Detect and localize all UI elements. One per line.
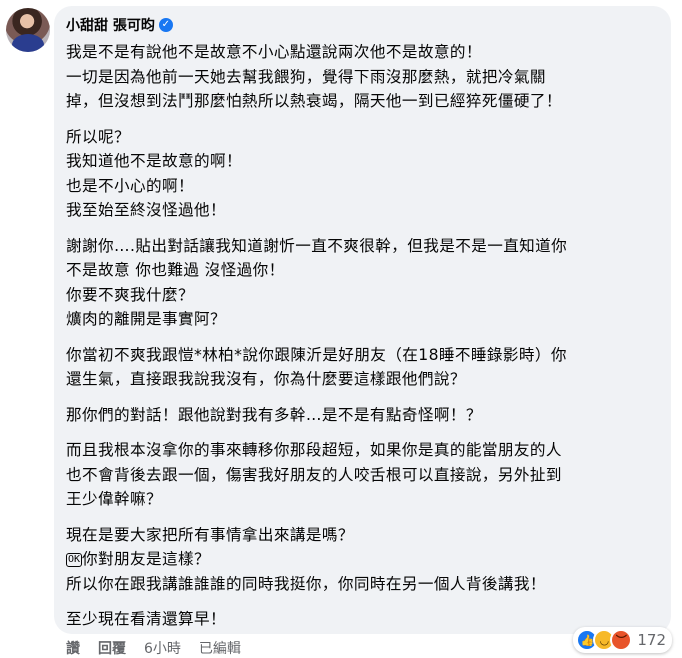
comment-paragraph: 所以呢？ 我知道他不是故意的啊！ 也是不小心的啊！ 我至始至終沒怪過他！: [66, 125, 662, 223]
comment-bubble: 小甜甜 張可昀 ✓ 我是不是有說他不是故意不小心點還說兩次他不是故意的！ 一切是因…: [54, 6, 671, 634]
comment-timestamp[interactable]: 6小時: [144, 638, 181, 658]
comment-line: 我知道他不是故意的啊！: [66, 152, 242, 170]
comment-line-text: 你對朋友是這樣？: [82, 550, 210, 568]
comment-line: 我至始至終沒怪過他！: [66, 201, 226, 219]
comment-line: 掉，但沒想到法鬥那麼怕熱所以熱衰竭，隔天他一到已經猝死僵硬了！: [66, 92, 562, 110]
reply-button[interactable]: 回覆: [98, 638, 126, 658]
comment-paragraph: 至少現在看清還算早！: [66, 607, 662, 632]
reaction-count: 172: [637, 631, 666, 649]
ok-emoji-icon: OK: [66, 553, 83, 567]
comment-paragraph: 你當初不爽我跟愷*林柏*說你跟陳沂是好朋友（在18睡不睡錄影時）你 還生氣，直接跟…: [66, 343, 662, 392]
comment-line: 也不會背後去跟一個，傷害我好朋友的人咬舌根可以直接說，另外扯到: [66, 465, 562, 484]
comment-author-row: 小甜甜 張可昀 ✓: [66, 15, 173, 35]
comment-line: 而且我根本沒拿你的事來轉移你那段超短，如果你是真的能當朋友的人: [66, 441, 562, 459]
comment-paragraph: 現在是要大家把所有事情拿出來講是嗎？ OK 你對朋友是這樣？ 所以你在跟我講誰誰誰的同…: [66, 523, 662, 597]
comment-line: 所以你在跟我講誰誰誰的同時我挺你，你同時在另一個人背後講我！: [66, 574, 546, 593]
comment-line: 現在是要大家把所有事情拿出來講是嗎？: [66, 525, 354, 544]
avatar[interactable]: [6, 8, 50, 52]
comment-line: 爌肉的離開是事實阿？: [66, 310, 226, 328]
comment-line: 王少偉幹嘛？: [66, 490, 162, 508]
comment-line: 你當初不爽我跟愷*林柏*說你跟陳沂是好朋友（在18睡不睡錄影時）你: [66, 345, 567, 364]
comment-line: 不是故意 你也難過 沒怪過你！: [66, 261, 285, 279]
comment-line: 所以呢？: [66, 127, 130, 146]
comment-line: 還生氣，直接跟我說我沒有，你為什麼要這樣跟他們說？: [66, 370, 466, 388]
comment-actions: 讚 回覆 6小時 已編輯: [66, 638, 241, 658]
comment-line: 我是不是有說他不是故意不小心點還說兩次他不是故意的！: [66, 43, 482, 61]
comment-line: OK 你對朋友是這樣？: [66, 547, 662, 572]
comment-line: 一切是因為他前一天她去幫我餵狗，覺得下雨沒那麼熱，就把冷氣關: [66, 67, 546, 86]
comment-line: 你要不爽我什麼？: [66, 285, 194, 304]
comment-text: 我是不是有說他不是故意不小心點還說兩次他不是故意的！ 一切是因為他前一天她去幫我餵…: [66, 40, 662, 643]
comment-line: 謝謝你….貼出對話讓我知道謝忻一直不爽很幹，但我是不是一直知道你: [66, 236, 568, 255]
comment-paragraph: 而且我根本沒拿你的事來轉移你那段超短，如果你是真的能當朋友的人 也不會背後去跟一個…: [66, 438, 662, 512]
check-badge-icon: ✓: [158, 18, 173, 32]
comment-paragraph: 謝謝你….貼出對話讓我知道謝忻一直不爽很幹，但我是不是一直知道你 不是故意 你也難…: [66, 234, 662, 332]
comment-paragraph: 我是不是有說他不是故意不小心點還說兩次他不是故意的！ 一切是因為他前一天她去幫我餵…: [66, 40, 662, 114]
edited-label[interactable]: 已編輯: [199, 638, 241, 658]
comment-paragraph: 那你們的對話！跟他說對我有多幹…是不是有點奇怪啊！？: [66, 403, 662, 428]
like-button[interactable]: 讚: [66, 638, 80, 658]
comment-author[interactable]: 小甜甜 張可昀: [66, 15, 155, 35]
comment-line: 至少現在看清還算早！: [66, 610, 226, 628]
comment-line: 那你們的對話！跟他說對我有多幹…是不是有點奇怪啊！？: [66, 405, 482, 424]
angry-icon: ︶: [610, 629, 633, 651]
reaction-summary[interactable]: 👍 ◡ ︶ 172: [573, 627, 672, 653]
comment-line: 也是不小心的啊！: [66, 176, 194, 195]
